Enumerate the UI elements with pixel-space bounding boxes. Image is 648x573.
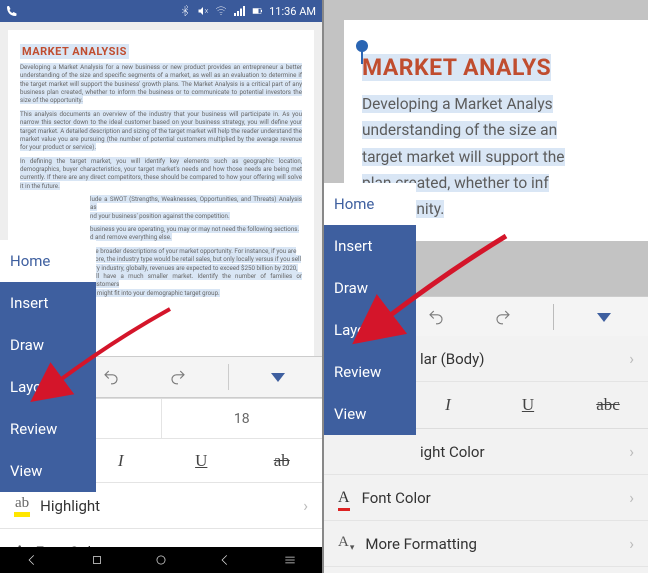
underline-button[interactable]: U — [161, 439, 242, 482]
dropdown-caret[interactable] — [260, 363, 296, 391]
more-formatting-row[interactable]: A▾ More Formatting › — [324, 521, 648, 567]
bluetooth-icon — [179, 5, 191, 17]
doc-title[interactable]: MARKET ANALYSIS — [20, 44, 129, 59]
strike-button[interactable]: abc — [568, 382, 648, 428]
android-nav — [0, 547, 322, 573]
tab-view[interactable]: View — [0, 450, 96, 492]
mute-icon — [197, 5, 209, 17]
chevron-right-icon: › — [303, 496, 308, 515]
back-icon[interactable] — [25, 553, 39, 567]
back2-icon[interactable] — [218, 553, 232, 567]
selection-handle[interactable] — [356, 40, 368, 52]
tab-review[interactable]: Review — [324, 351, 416, 393]
chevron-right-icon: › — [629, 349, 634, 368]
dropdown-caret[interactable] — [586, 303, 622, 331]
home-icon[interactable] — [154, 553, 168, 567]
wifi-icon — [215, 5, 227, 17]
status-time: 11:36 AM — [269, 5, 316, 18]
signal-icon — [233, 5, 245, 17]
recent-icon[interactable] — [90, 553, 104, 567]
menu-icon[interactable] — [283, 553, 297, 567]
font-color-row[interactable]: A Font Color › — [324, 475, 648, 521]
strike-button[interactable]: ab — [242, 439, 323, 482]
doc-title[interactable]: MARKET ANALYS — [362, 54, 551, 81]
chevron-right-icon: › — [629, 534, 634, 553]
battery-icon — [251, 5, 263, 17]
tab-home[interactable]: Home — [0, 240, 96, 282]
tab-review[interactable]: Review — [0, 408, 96, 450]
phone-icon — [6, 5, 18, 17]
annotation-arrow — [372, 232, 512, 336]
tab-view[interactable]: View — [324, 393, 416, 435]
chevron-right-icon: › — [629, 488, 634, 507]
annotation-arrow — [44, 305, 174, 399]
chevron-right-icon: › — [629, 442, 634, 461]
font-size-cell[interactable]: 18 — [161, 399, 323, 438]
highlight-color-row[interactable]: ight Color › — [324, 429, 648, 475]
status-bar: 11:36 AM — [0, 0, 322, 22]
underline-button[interactable]: U — [488, 382, 568, 428]
tab-home[interactable]: Home — [324, 183, 416, 225]
